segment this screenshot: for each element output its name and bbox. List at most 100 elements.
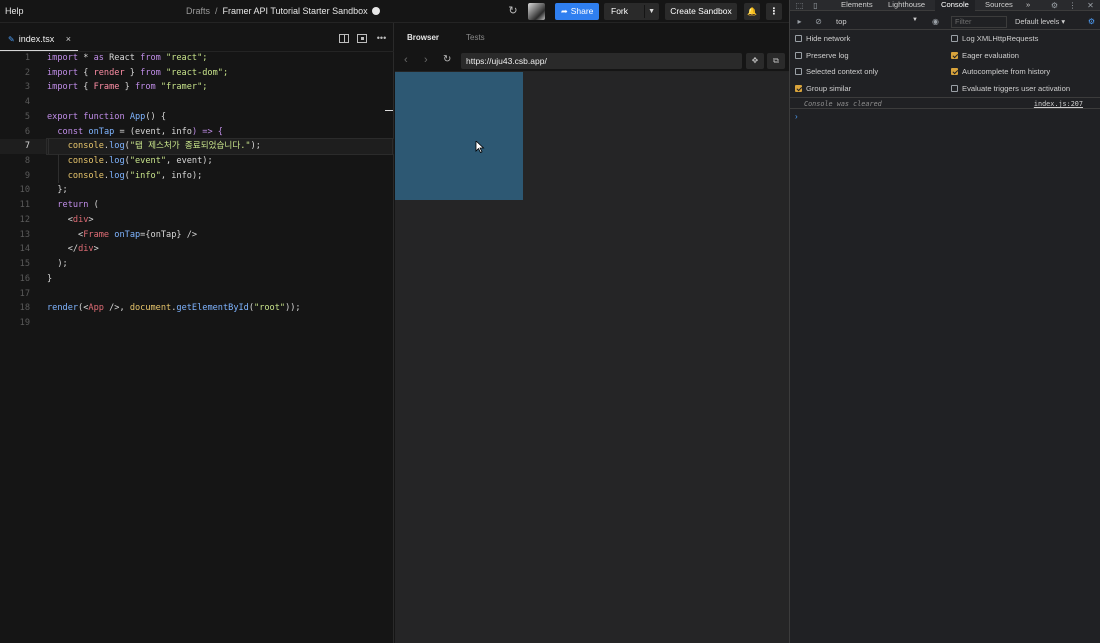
scrollbar-marker: [385, 110, 393, 111]
code-line: 17: [0, 287, 394, 302]
code-line: 6 const onTap = (event, info) => {: [0, 125, 394, 140]
code-line: 13 <Frame onTap={onTap} />: [0, 228, 394, 243]
line-number: 4: [24, 97, 30, 108]
code-line: 3 import { Frame } from "framer";: [0, 80, 394, 95]
checkbox[interactable]: [951, 85, 958, 92]
console-message: Console was cleared index.js:207: [790, 99, 1100, 109]
console-settings-icon[interactable]: ⚙: [1086, 16, 1097, 27]
checkbox[interactable]: [795, 52, 802, 59]
code-editor: ✎ index.tsx × ••• 1 import * as React from…: [0, 23, 394, 643]
share-label: Share: [570, 6, 594, 16]
line-number: 16: [19, 273, 30, 284]
option-selected-context[interactable]: Selected context only: [795, 66, 878, 78]
tab-elements[interactable]: Elements: [841, 0, 873, 11]
help-menu[interactable]: Help: [5, 6, 24, 16]
more-horizontal-icon[interactable]: •••: [375, 32, 388, 45]
code-line: 10 };: [0, 183, 394, 198]
line-number: 1: [24, 53, 30, 63]
tab-lighthouse[interactable]: Lighthouse: [888, 0, 925, 11]
framer-frame[interactable]: [395, 72, 523, 200]
line-number: 19: [19, 317, 30, 328]
forward-icon[interactable]: ›: [424, 54, 428, 66]
sandbox-title[interactable]: Framer API Tutorial Starter Sandbox: [223, 6, 368, 16]
split-view-icon[interactable]: [339, 34, 349, 43]
devtools-panel: ⬚ ▯ Elements Lighthouse Console Sources …: [789, 0, 1100, 643]
console-source-link[interactable]: index.js:207: [1034, 99, 1083, 109]
option-autocomplete-history[interactable]: Autocomplete from history: [951, 66, 1050, 78]
context-select[interactable]: top ▼: [836, 17, 918, 26]
fork-button[interactable]: Fork ▼: [604, 3, 659, 20]
code-line: 18 render(<App />, document.getElementByI…: [0, 301, 394, 316]
checkbox[interactable]: [951, 35, 958, 42]
avatar[interactable]: [528, 3, 545, 20]
checkbox[interactable]: [795, 35, 802, 42]
option-label: Group similar: [806, 84, 852, 93]
option-label: Hide network: [806, 34, 851, 43]
sidebar-toggle-icon[interactable]: ▸: [794, 16, 805, 27]
checkbox-checked[interactable]: [795, 85, 802, 92]
console-prompt[interactable]: ›: [795, 112, 798, 121]
checkbox-checked[interactable]: [951, 68, 958, 75]
option-label: Evaluate triggers user activation: [962, 84, 1071, 93]
option-log-xhr[interactable]: Log XMLHttpRequests: [951, 33, 1038, 45]
line-number: 3: [24, 82, 30, 93]
fork-divider: [644, 5, 645, 18]
tab-index-tsx[interactable]: ✎ index.tsx ×: [0, 29, 78, 51]
code-line: 14 </div>: [0, 242, 394, 257]
option-preserve-log[interactable]: Preserve log: [795, 50, 849, 62]
option-eager-evaluation[interactable]: Eager evaluation: [951, 50, 1019, 62]
line-number: 17: [19, 288, 30, 299]
refresh-icon[interactable]: ↻: [506, 4, 520, 18]
checkbox[interactable]: [795, 68, 802, 75]
line-number: 12: [19, 214, 30, 225]
code-line: 4: [0, 95, 394, 110]
close-icon[interactable]: ×: [66, 29, 71, 49]
typescript-file-icon: ✎: [8, 35, 15, 44]
tab-tests[interactable]: Tests: [466, 33, 485, 42]
editor-tools: •••: [339, 32, 388, 45]
filter-input[interactable]: Filter: [951, 16, 1007, 28]
code-area[interactable]: 1 import * as React from "react"; 2 import…: [0, 51, 394, 331]
code-line: 2 import { render } from "react-dom";: [0, 66, 394, 81]
globe-icon: [371, 7, 380, 15]
devtools-toggle-icon[interactable]: ✥: [746, 53, 764, 69]
more-vertical-icon[interactable]: ⋮: [766, 3, 782, 20]
tab-browser[interactable]: Browser: [407, 33, 439, 42]
chevron-down-icon: ▼: [912, 17, 918, 23]
reload-icon[interactable]: ↻: [443, 54, 451, 65]
preview-viewport[interactable]: [395, 72, 789, 643]
breadcrumb-drafts[interactable]: Drafts: [186, 6, 210, 16]
code-line-active: 7 console.log("탭 제스처가 종료되었습니다.");: [0, 138, 394, 156]
code-line: 16}: [0, 272, 394, 287]
gear-icon[interactable]: ⚙: [1049, 0, 1060, 11]
create-sandbox-button[interactable]: Create Sandbox: [665, 3, 737, 20]
tab-console[interactable]: Console: [935, 0, 975, 11]
inspect-element-icon[interactable]: ⬚: [794, 0, 805, 11]
line-number: 5: [24, 111, 30, 122]
share-button[interactable]: ➦ Share: [555, 3, 599, 20]
tab-sources[interactable]: Sources: [985, 0, 1013, 11]
option-evaluate-triggers[interactable]: Evaluate triggers user activation: [951, 83, 1070, 95]
chevron-down-icon[interactable]: ▼: [648, 3, 655, 20]
option-label: Log XMLHttpRequests: [962, 34, 1039, 43]
log-levels-select[interactable]: Default levels ▾: [1015, 17, 1065, 26]
clear-console-icon[interactable]: ⊘: [813, 16, 824, 27]
console-toolbar: ▸ ⊘ top ▼ ◉ Filter Default levels ▾ ⚙: [790, 14, 1100, 30]
line-number: 10: [19, 185, 30, 196]
line-number: 18: [19, 303, 30, 314]
checkbox-checked[interactable]: [951, 52, 958, 59]
option-group-similar[interactable]: Group similar: [795, 83, 851, 95]
bell-icon[interactable]: 🔔: [744, 3, 760, 20]
more-vertical-icon[interactable]: ⋮: [1067, 0, 1078, 11]
open-new-window-icon[interactable]: ⧉: [767, 53, 785, 69]
option-hide-network[interactable]: Hide network: [795, 33, 850, 45]
back-icon[interactable]: ‹: [404, 54, 408, 66]
device-toolbar-icon[interactable]: ▯: [810, 0, 821, 11]
url-input[interactable]: https://uju43.csb.app/: [461, 53, 742, 69]
console-settings: Hide network Log XMLHttpRequests Preserv…: [790, 31, 1100, 98]
tab-more[interactable]: »: [1026, 0, 1030, 11]
preview-icon[interactable]: [357, 34, 367, 43]
close-icon[interactable]: ✕: [1085, 0, 1096, 11]
tab-label: index.tsx: [18, 34, 55, 44]
eye-icon[interactable]: ◉: [930, 16, 941, 27]
